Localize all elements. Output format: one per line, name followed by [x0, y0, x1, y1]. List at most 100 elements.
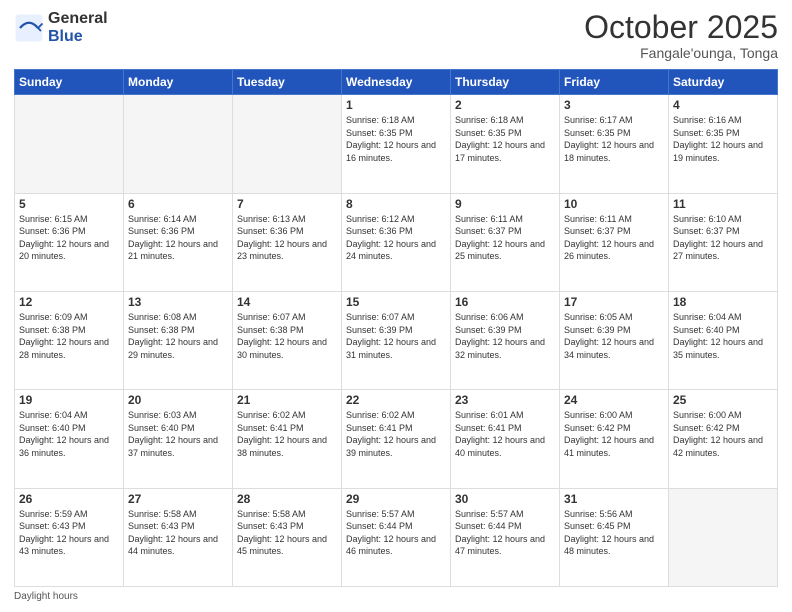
calendar-title: October 2025 [584, 10, 778, 45]
day-number: 14 [237, 295, 337, 309]
logo-blue: Blue [48, 28, 108, 46]
footer-text: Daylight hours [14, 591, 78, 602]
calendar-cell: 19 Sunrise: 6:04 AM Sunset: 6:40 PM Dayli… [15, 390, 124, 488]
day-info: Sunrise: 5:58 AM Sunset: 6:43 PM Dayligh… [237, 508, 337, 558]
calendar-cell: 31 Sunrise: 5:56 AM Sunset: 6:45 PM Dayli… [560, 488, 669, 586]
day-number: 4 [673, 98, 773, 112]
day-info: Sunrise: 6:06 AM Sunset: 6:39 PM Dayligh… [455, 311, 555, 361]
day-info: Sunrise: 6:02 AM Sunset: 6:41 PM Dayligh… [346, 409, 446, 459]
day-info: Sunrise: 5:59 AM Sunset: 6:43 PM Dayligh… [19, 508, 119, 558]
day-number: 13 [128, 295, 228, 309]
calendar-cell: 7Sunrise: 6:13 AM Sunset: 6:36 PM Daylig… [233, 193, 342, 291]
day-info: Sunrise: 6:14 AM Sunset: 6:36 PM Dayligh… [128, 213, 228, 263]
calendar-cell: 4 Sunrise: 6:16 AM Sunset: 6:35 PM Daylig… [669, 95, 778, 193]
calendar-cell: 12 Sunrise: 6:09 AM Sunset: 6:38 PM Dayli… [15, 291, 124, 389]
day-number: 8 [346, 197, 446, 211]
calendar-day-header: Thursday [451, 70, 560, 95]
day-number: 22 [346, 393, 446, 407]
calendar-table: SundayMondayTuesdayWednesdayThursdayFrid… [14, 69, 778, 587]
day-info: Sunrise: 6:16 AM Sunset: 6:35 PM Dayligh… [673, 114, 773, 164]
day-info: Sunrise: 6:11 AM Sunset: 6:37 PM Dayligh… [564, 213, 664, 263]
calendar-cell: 16Sunrise: 6:06 AM Sunset: 6:39 PM Dayli… [451, 291, 560, 389]
logo-text: General Blue [48, 10, 108, 45]
day-number: 19 [19, 393, 119, 407]
day-number: 25 [673, 393, 773, 407]
calendar-cell: 28 Sunrise: 5:58 AM Sunset: 6:43 PM Dayli… [233, 488, 342, 586]
day-number: 24 [564, 393, 664, 407]
day-number: 6 [128, 197, 228, 211]
calendar-cell [124, 95, 233, 193]
calendar-cell: 9Sunrise: 6:11 AM Sunset: 6:37 PM Daylig… [451, 193, 560, 291]
calendar-day-header: Saturday [669, 70, 778, 95]
day-info: Sunrise: 6:00 AM Sunset: 6:42 PM Dayligh… [673, 409, 773, 459]
calendar-cell: 2 Sunrise: 6:18 AM Sunset: 6:35 PM Daylig… [451, 95, 560, 193]
calendar-cell: 15Sunrise: 6:07 AM Sunset: 6:39 PM Dayli… [342, 291, 451, 389]
calendar-header-row: SundayMondayTuesdayWednesdayThursdayFrid… [15, 70, 778, 95]
calendar-cell [15, 95, 124, 193]
calendar-cell: 14 Sunrise: 6:07 AM Sunset: 6:38 PM Dayli… [233, 291, 342, 389]
calendar-cell: 1Sunrise: 6:18 AM Sunset: 6:35 PM Daylig… [342, 95, 451, 193]
day-info: Sunrise: 6:15 AM Sunset: 6:36 PM Dayligh… [19, 213, 119, 263]
day-info: Sunrise: 6:18 AM Sunset: 6:35 PM Dayligh… [346, 114, 446, 164]
day-number: 5 [19, 197, 119, 211]
calendar-cell: 22 Sunrise: 6:02 AM Sunset: 6:41 PM Dayli… [342, 390, 451, 488]
footer: Daylight hours [14, 591, 778, 602]
day-info: Sunrise: 6:04 AM Sunset: 6:40 PM Dayligh… [19, 409, 119, 459]
calendar-day-header: Wednesday [342, 70, 451, 95]
calendar-cell: 26 Sunrise: 5:59 AM Sunset: 6:43 PM Dayli… [15, 488, 124, 586]
calendar-cell: 5 Sunrise: 6:15 AM Sunset: 6:36 PM Daylig… [15, 193, 124, 291]
day-info: Sunrise: 5:58 AM Sunset: 6:43 PM Dayligh… [128, 508, 228, 558]
day-number: 7 [237, 197, 337, 211]
calendar-week-row: 12 Sunrise: 6:09 AM Sunset: 6:38 PM Dayli… [15, 291, 778, 389]
day-number: 26 [19, 492, 119, 506]
calendar-cell: 18Sunrise: 6:04 AM Sunset: 6:40 PM Dayli… [669, 291, 778, 389]
day-number: 27 [128, 492, 228, 506]
day-number: 3 [564, 98, 664, 112]
day-info: Sunrise: 6:09 AM Sunset: 6:38 PM Dayligh… [19, 311, 119, 361]
calendar-cell: 21Sunrise: 6:02 AM Sunset: 6:41 PM Dayli… [233, 390, 342, 488]
calendar-cell: 11Sunrise: 6:10 AM Sunset: 6:37 PM Dayli… [669, 193, 778, 291]
calendar-cell: 27 Sunrise: 5:58 AM Sunset: 6:43 PM Dayli… [124, 488, 233, 586]
day-info: Sunrise: 6:07 AM Sunset: 6:38 PM Dayligh… [237, 311, 337, 361]
calendar-cell [669, 488, 778, 586]
calendar-cell: 10 Sunrise: 6:11 AM Sunset: 6:37 PM Dayli… [560, 193, 669, 291]
title-block: October 2025 Fangale'ounga, Tonga [584, 10, 778, 61]
day-number: 12 [19, 295, 119, 309]
calendar-day-header: Sunday [15, 70, 124, 95]
day-info: Sunrise: 6:10 AM Sunset: 6:37 PM Dayligh… [673, 213, 773, 263]
calendar-cell: 23 Sunrise: 6:01 AM Sunset: 6:41 PM Dayli… [451, 390, 560, 488]
day-info: Sunrise: 6:03 AM Sunset: 6:40 PM Dayligh… [128, 409, 228, 459]
calendar-day-header: Friday [560, 70, 669, 95]
calendar-cell: 29 Sunrise: 5:57 AM Sunset: 6:44 PM Dayli… [342, 488, 451, 586]
header: General Blue October 2025 Fangale'ounga,… [14, 10, 778, 61]
day-info: Sunrise: 6:18 AM Sunset: 6:35 PM Dayligh… [455, 114, 555, 164]
day-info: Sunrise: 5:56 AM Sunset: 6:45 PM Dayligh… [564, 508, 664, 558]
day-number: 28 [237, 492, 337, 506]
day-info: Sunrise: 5:57 AM Sunset: 6:44 PM Dayligh… [346, 508, 446, 558]
day-number: 2 [455, 98, 555, 112]
day-info: Sunrise: 6:08 AM Sunset: 6:38 PM Dayligh… [128, 311, 228, 361]
calendar-week-row: 1Sunrise: 6:18 AM Sunset: 6:35 PM Daylig… [15, 95, 778, 193]
calendar-week-row: 19 Sunrise: 6:04 AM Sunset: 6:40 PM Dayli… [15, 390, 778, 488]
day-number: 21 [237, 393, 337, 407]
calendar-cell: 13 Sunrise: 6:08 AM Sunset: 6:38 PM Dayli… [124, 291, 233, 389]
day-info: Sunrise: 6:04 AM Sunset: 6:40 PM Dayligh… [673, 311, 773, 361]
calendar-cell: 6 Sunrise: 6:14 AM Sunset: 6:36 PM Daylig… [124, 193, 233, 291]
calendar-cell: 25 Sunrise: 6:00 AM Sunset: 6:42 PM Dayli… [669, 390, 778, 488]
calendar-cell: 8Sunrise: 6:12 AM Sunset: 6:36 PM Daylig… [342, 193, 451, 291]
day-number: 23 [455, 393, 555, 407]
day-info: Sunrise: 5:57 AM Sunset: 6:44 PM Dayligh… [455, 508, 555, 558]
day-number: 10 [564, 197, 664, 211]
day-number: 29 [346, 492, 446, 506]
calendar-cell [233, 95, 342, 193]
logo-icon [14, 13, 44, 43]
calendar-subtitle: Fangale'ounga, Tonga [584, 45, 778, 61]
day-info: Sunrise: 6:01 AM Sunset: 6:41 PM Dayligh… [455, 409, 555, 459]
day-number: 20 [128, 393, 228, 407]
day-number: 17 [564, 295, 664, 309]
calendar-cell: 24Sunrise: 6:00 AM Sunset: 6:42 PM Dayli… [560, 390, 669, 488]
calendar-cell: 17Sunrise: 6:05 AM Sunset: 6:39 PM Dayli… [560, 291, 669, 389]
day-number: 31 [564, 492, 664, 506]
logo-general: General [48, 10, 108, 28]
day-info: Sunrise: 6:11 AM Sunset: 6:37 PM Dayligh… [455, 213, 555, 263]
